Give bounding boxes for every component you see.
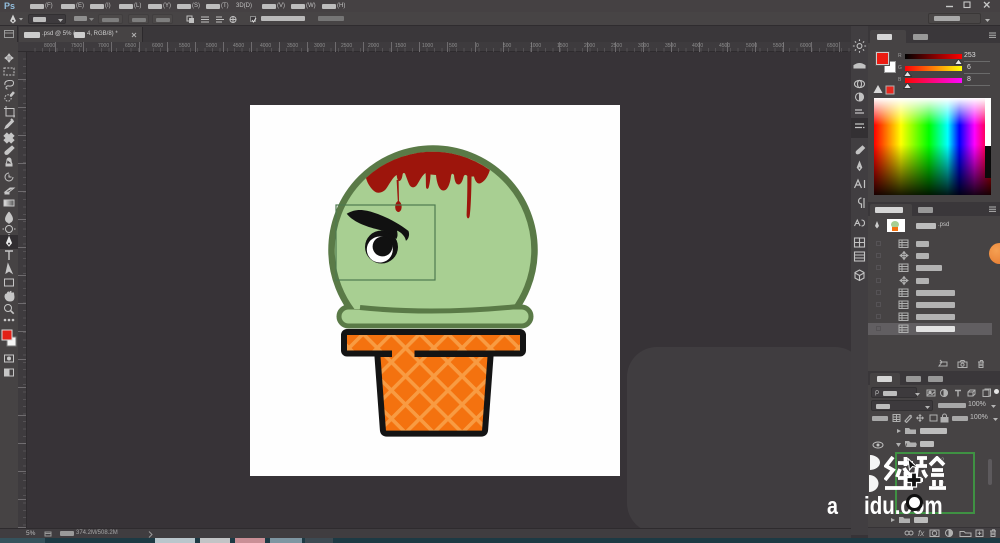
svg-text:fx: fx xyxy=(918,529,925,537)
